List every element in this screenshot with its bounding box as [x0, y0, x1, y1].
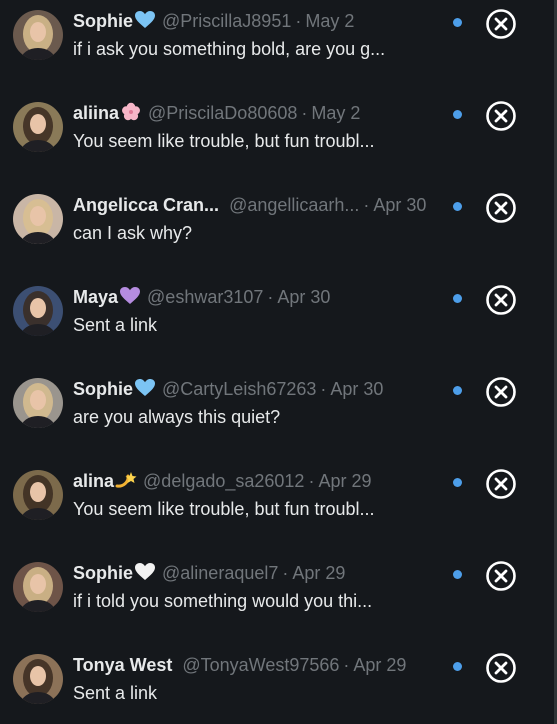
display-name[interactable]: Sophie: [73, 11, 133, 31]
timestamp[interactable]: Apr 29: [318, 471, 371, 491]
close-circle-icon[interactable]: [485, 560, 517, 592]
purple-heart-icon: [119, 286, 141, 308]
close-circle-icon[interactable]: [485, 376, 517, 408]
message-preview: are you always this quiet?: [73, 407, 281, 427]
timestamp[interactable]: Apr 30: [330, 379, 383, 399]
timestamp[interactable]: Apr 29: [292, 563, 345, 583]
timestamp[interactable]: Apr 29: [353, 655, 406, 675]
display-name[interactable]: Tonya West: [73, 655, 172, 675]
user-handle[interactable]: @alineraquel7: [162, 563, 278, 583]
separator: ·: [295, 11, 302, 31]
conversation-row[interactable]: Angelicca Cran... @angellicaarh... · Apr 30…: [0, 184, 557, 276]
name-line: alina @delgado_sa26012 · Apr 29: [73, 470, 443, 492]
user-handle[interactable]: @PriscillaJ8951: [162, 11, 291, 31]
avatar[interactable]: [13, 10, 63, 60]
unread-dot-icon: [453, 570, 462, 579]
close-circle-icon[interactable]: [485, 100, 517, 132]
name-line: aliina @PriscilaDo80608 · May 2: [73, 102, 443, 124]
user-handle[interactable]: @TonyaWest97566: [182, 655, 339, 675]
cherry-blossom-icon: [120, 102, 142, 124]
close-circle-icon[interactable]: [485, 8, 517, 40]
message-preview: Sent a link: [73, 683, 158, 703]
message-preview: if i ask you something bold, are you g..…: [73, 39, 386, 59]
timestamp[interactable]: May 2: [311, 103, 360, 123]
user-handle[interactable]: @angellicaarh...: [229, 195, 359, 215]
avatar[interactable]: [13, 286, 63, 336]
separator: ·: [267, 287, 274, 307]
conversation-row[interactable]: Maya @eshwar3107 · Apr 30 Sent a link: [0, 276, 557, 368]
conversation-row[interactable]: aliina @PriscilaDo80608 · May 2 You seem lik…: [0, 92, 557, 184]
display-name[interactable]: Angelicca Cran...: [73, 195, 219, 215]
display-name[interactable]: aliina: [73, 103, 119, 123]
name-line: Sophie @CartyLeish67263 · Apr 30: [73, 378, 443, 400]
unread-dot-icon: [453, 478, 462, 487]
unread-dot-icon: [453, 202, 462, 211]
display-name[interactable]: Sophie: [73, 563, 133, 583]
avatar[interactable]: [13, 654, 63, 704]
conversation-row[interactable]: Sophie @PriscillaJ8951 · May 2 if i ask you …: [0, 0, 557, 92]
conversation-row[interactable]: Tonya West @TonyaWest97566 · Apr 29 Sent a l…: [0, 644, 557, 724]
name-line: Angelicca Cran... @angellicaarh... · Apr 30: [73, 194, 443, 216]
user-handle[interactable]: @CartyLeish67263: [162, 379, 316, 399]
unread-dot-icon: [453, 110, 462, 119]
avatar[interactable]: [13, 102, 63, 152]
blue-heart-icon: [134, 10, 156, 32]
conversation-row[interactable]: alina @delgado_sa26012 · Apr 29 You seem lik…: [0, 460, 557, 552]
name-line: Sophie @PriscillaJ8951 · May 2: [73, 10, 443, 32]
unread-dot-icon: [453, 18, 462, 27]
blue-heart-icon: [134, 378, 156, 400]
name-line: Sophie @alineraquel7 · Apr 29: [73, 562, 443, 584]
close-circle-icon[interactable]: [485, 284, 517, 316]
conversation-row[interactable]: Sophie @alineraquel7 · Apr 29 if i told you …: [0, 552, 557, 644]
message-preview: You seem like trouble, but fun troubl...: [73, 499, 375, 519]
separator: ·: [308, 471, 315, 491]
close-circle-icon[interactable]: [485, 192, 517, 224]
name-line: Tonya West @TonyaWest97566 · Apr 29: [73, 654, 443, 676]
message-preview: You seem like trouble, but fun troubl...: [73, 131, 375, 151]
timestamp[interactable]: Apr 30: [277, 287, 330, 307]
close-circle-icon[interactable]: [485, 652, 517, 684]
timestamp[interactable]: Apr 30: [373, 195, 426, 215]
dizzy-icon: [115, 470, 137, 492]
display-name[interactable]: alina: [73, 471, 114, 491]
avatar[interactable]: [13, 562, 63, 612]
unread-dot-icon: [453, 294, 462, 303]
unread-dot-icon: [453, 386, 462, 395]
close-circle-icon[interactable]: [485, 468, 517, 500]
separator: ·: [343, 655, 350, 675]
white-heart-icon: [134, 562, 156, 584]
message-preview: can I ask why?: [73, 223, 193, 243]
user-handle[interactable]: @delgado_sa26012: [143, 471, 304, 491]
timestamp[interactable]: May 2: [305, 11, 354, 31]
avatar[interactable]: [13, 194, 63, 244]
separator: ·: [363, 195, 370, 215]
avatar[interactable]: [13, 470, 63, 520]
conversation-row[interactable]: Sophie @CartyLeish67263 · Apr 30 are you alw…: [0, 368, 557, 460]
separator: ·: [301, 103, 308, 123]
user-handle[interactable]: @eshwar3107: [147, 287, 263, 307]
display-name[interactable]: Maya: [73, 287, 118, 307]
name-line: Maya @eshwar3107 · Apr 30: [73, 286, 443, 308]
separator: ·: [282, 563, 289, 583]
message-preview: if i told you something would you thi...: [73, 591, 373, 611]
message-preview: Sent a link: [73, 315, 158, 335]
display-name[interactable]: Sophie: [73, 379, 133, 399]
avatar[interactable]: [13, 378, 63, 428]
conversation-list: Sophie @PriscillaJ8951 · May 2 if i ask you …: [0, 0, 557, 724]
separator: ·: [320, 379, 327, 399]
unread-dot-icon: [453, 662, 462, 671]
user-handle[interactable]: @PriscilaDo80608: [148, 103, 297, 123]
